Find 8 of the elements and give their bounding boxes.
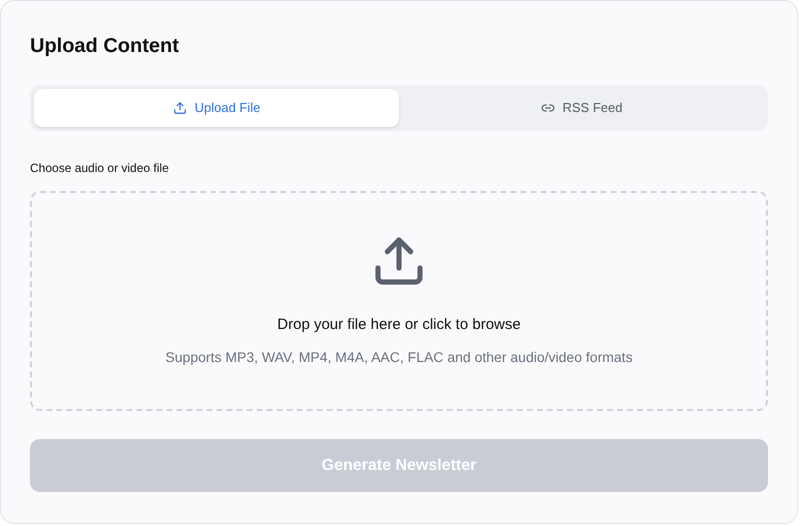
page-title: Upload Content <box>30 34 179 59</box>
upload-icon <box>172 101 187 115</box>
field-label: Choose audio or video file <box>30 160 169 177</box>
drop-heading: Drop your file here or click to browse <box>277 315 521 335</box>
tab[interactable]: RSS Feed <box>399 89 764 127</box>
drop-zone[interactable]: Drop your file here or click to browse Supports MP3, WAV, MP4, M4A, AAC, FLAC and other audio/video formats <box>30 191 768 411</box>
format-hint: Supports MP3, WAV, MP4, M4A, AAC, FLAC and other audio/video formats <box>165 348 633 367</box>
tab[interactable]: Upload File <box>34 89 399 127</box>
